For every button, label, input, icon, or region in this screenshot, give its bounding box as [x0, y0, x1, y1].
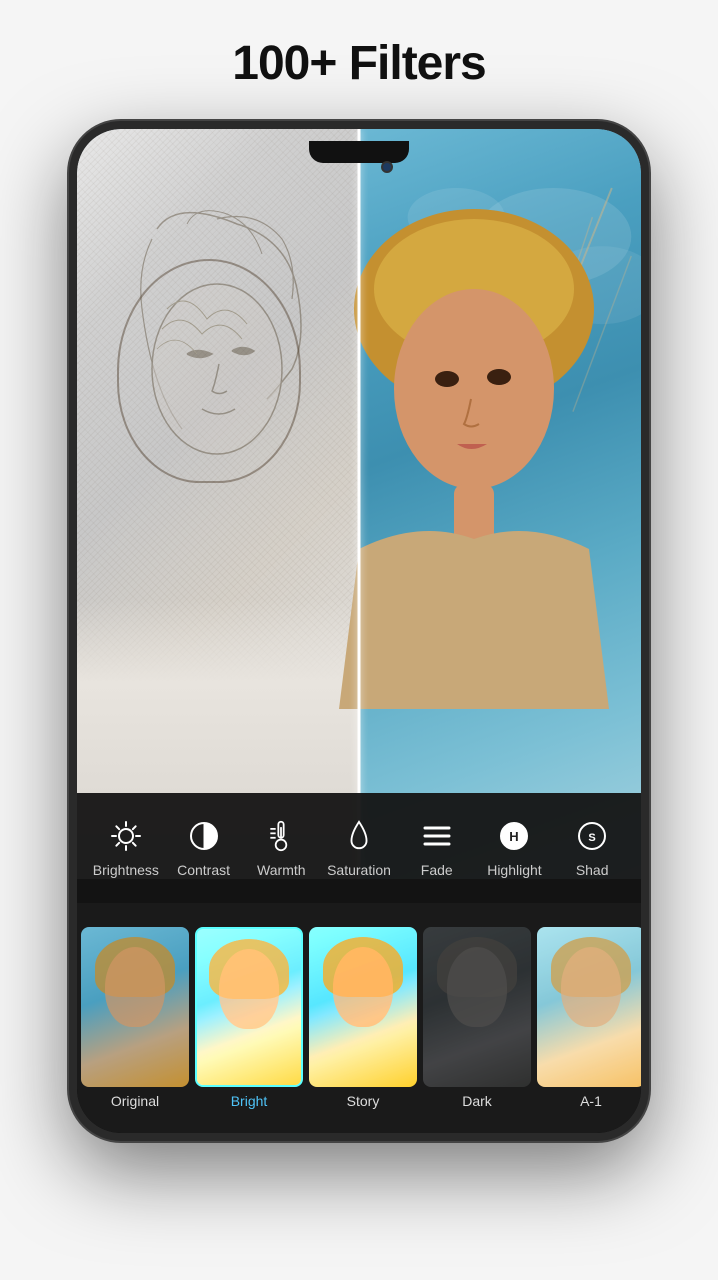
- page-title: 100+ Filters: [232, 36, 486, 91]
- filter-thumb-dark: [423, 927, 531, 1087]
- phone-mockup: Brightness Contrast: [69, 121, 649, 1141]
- contrast-icon: [186, 818, 222, 854]
- filter-story[interactable]: Story: [309, 927, 417, 1109]
- fade-tool[interactable]: Fade: [398, 810, 476, 886]
- contrast-label: Contrast: [177, 862, 230, 878]
- filter-label-bright: Bright: [231, 1093, 268, 1109]
- svg-text:S: S: [589, 832, 596, 844]
- volume-button: [69, 379, 73, 449]
- adjustment-toolbar: Brightness Contrast: [77, 793, 641, 903]
- highlight-tool[interactable]: H Highlight: [476, 810, 554, 886]
- thumb-face-dark: [447, 947, 507, 1027]
- thumb-face-story: [333, 947, 393, 1027]
- shadow-tool[interactable]: S Shad: [553, 810, 631, 886]
- fade-label: Fade: [421, 862, 453, 878]
- brightness-label: Brightness: [93, 862, 159, 878]
- split-divider: [358, 129, 361, 879]
- filter-dark[interactable]: Dark: [423, 927, 531, 1109]
- highlight-label: Highlight: [487, 862, 541, 878]
- warmth-label: Warmth: [257, 862, 305, 878]
- svg-text:H: H: [510, 829, 519, 844]
- saturation-tool[interactable]: Saturation: [320, 810, 398, 886]
- thumb-face: [105, 947, 165, 1027]
- highlight-icon: H: [496, 818, 532, 854]
- warmth-tool[interactable]: Warmth: [242, 810, 320, 886]
- volume-button-right: [645, 409, 649, 509]
- filter-label-story: Story: [347, 1093, 380, 1109]
- shadow-icon: S: [574, 818, 610, 854]
- filter-a1[interactable]: A-1: [537, 927, 641, 1109]
- phone-notch: [309, 141, 409, 163]
- thumb-face-a1: [561, 947, 621, 1027]
- phone-screen: Brightness Contrast: [77, 129, 641, 1133]
- saturation-label: Saturation: [327, 862, 391, 878]
- filter-thumb-story: [309, 927, 417, 1087]
- fade-icon: [419, 818, 455, 854]
- contrast-tool[interactable]: Contrast: [165, 810, 243, 886]
- filter-thumb-a1: [537, 927, 641, 1087]
- phone-shell: Brightness Contrast: [69, 121, 649, 1141]
- filter-label-original: Original: [111, 1093, 159, 1109]
- brightness-icon: [108, 818, 144, 854]
- color-side: [359, 129, 641, 879]
- filter-label-dark: Dark: [462, 1093, 492, 1109]
- filter-bright[interactable]: Bright: [195, 927, 303, 1109]
- saturation-icon: [341, 818, 377, 854]
- filter-strip: Original Bright Story: [77, 903, 641, 1133]
- person-color: [299, 209, 641, 709]
- filter-original[interactable]: Original: [81, 927, 189, 1109]
- brightness-tool[interactable]: Brightness: [87, 810, 165, 886]
- filter-thumb-bright: [195, 927, 303, 1087]
- shadow-label: Shad: [576, 862, 609, 878]
- image-area: [77, 129, 641, 879]
- power-button: [645, 329, 649, 389]
- filter-thumb-original: [81, 927, 189, 1087]
- warmth-icon: [263, 818, 299, 854]
- filter-label-a1: A-1: [580, 1093, 602, 1109]
- thumb-face-bright: [219, 949, 279, 1029]
- front-camera: [381, 161, 393, 173]
